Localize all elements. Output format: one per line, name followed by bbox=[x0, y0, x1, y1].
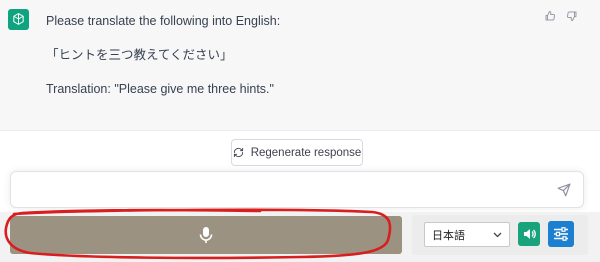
chat-input-box bbox=[10, 171, 584, 208]
sliders-icon bbox=[553, 227, 569, 241]
thumbs-down-icon[interactable] bbox=[566, 10, 578, 22]
language-select[interactable]: 日本語 bbox=[424, 222, 510, 247]
message-text: Please translate the following into Engl… bbox=[46, 12, 526, 114]
feedback-buttons bbox=[544, 10, 578, 22]
openai-logo-icon bbox=[8, 9, 29, 30]
speaker-button[interactable] bbox=[518, 222, 540, 246]
microphone-icon bbox=[199, 226, 213, 244]
assistant-message: Please translate the following into Engl… bbox=[0, 0, 600, 131]
settings-button[interactable] bbox=[548, 221, 574, 247]
send-icon[interactable] bbox=[557, 183, 571, 197]
regenerate-label: Regenerate response bbox=[250, 146, 362, 159]
speaker-icon bbox=[523, 228, 536, 240]
refresh-icon bbox=[233, 147, 244, 158]
message-line-source: 「ヒントを三つ教えてください」 bbox=[46, 48, 233, 62]
message-line-instruction: Please translate the following into Engl… bbox=[46, 14, 281, 28]
message-line-translation: Translation: "Please give me three hints… bbox=[46, 82, 274, 96]
regenerate-response-button[interactable]: Regenerate response bbox=[231, 139, 363, 166]
voice-input-button[interactable] bbox=[10, 216, 402, 254]
chat-page: Please translate the following into Engl… bbox=[0, 0, 600, 262]
message-input[interactable] bbox=[21, 181, 541, 199]
language-value: 日本語 bbox=[432, 229, 465, 242]
chevron-down-icon bbox=[493, 232, 502, 238]
thumbs-up-icon[interactable] bbox=[544, 10, 556, 22]
